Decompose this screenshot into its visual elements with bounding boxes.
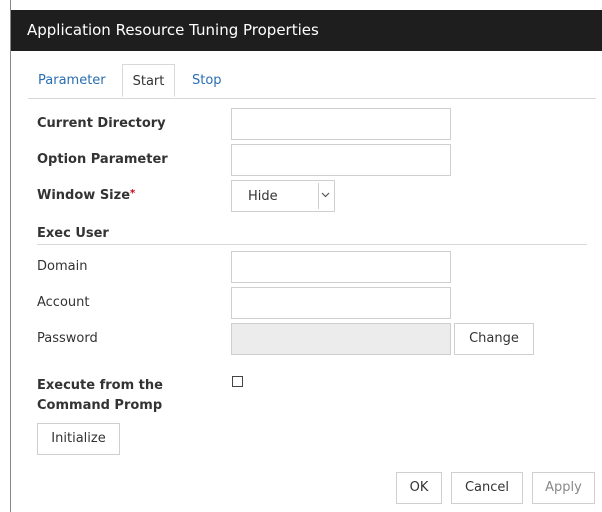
dialog-titlebar: Application Resource Tuning Properties: [11, 10, 602, 51]
execute-from-cmd-label-line1: Execute from the: [37, 378, 163, 393]
cancel-button[interactable]: Cancel: [451, 472, 523, 504]
tab-stop[interactable]: Stop: [192, 64, 222, 97]
account-label: Account: [37, 295, 90, 310]
option-parameter-input[interactable]: [231, 144, 451, 176]
password-input: [231, 323, 451, 355]
execute-from-cmd-label-line2: Command Promp: [37, 398, 163, 413]
required-mark: *: [130, 188, 136, 199]
window-size-value: Hide: [248, 189, 278, 204]
tab-bar: Parameter Start Stop: [28, 64, 596, 99]
dialog-title: Application Resource Tuning Properties: [27, 21, 319, 39]
initialize-button[interactable]: Initialize: [37, 423, 120, 455]
ok-button[interactable]: OK: [396, 472, 442, 504]
domain-label: Domain: [37, 259, 88, 274]
execute-from-cmd-checkbox[interactable]: [232, 376, 243, 387]
current-directory-input[interactable]: [231, 108, 451, 140]
current-directory-label: Current Directory: [37, 116, 166, 131]
apply-button[interactable]: Apply: [532, 472, 595, 504]
account-input[interactable]: [231, 287, 451, 319]
exec-user-section-label: Exec User: [37, 226, 109, 241]
execute-from-cmd-label: Execute from the Command Promp: [37, 376, 163, 416]
tab-start[interactable]: Start: [122, 64, 175, 97]
exec-user-section-header: Exec User: [37, 226, 587, 245]
properties-dialog: Application Resource Tuning Properties P…: [10, 0, 602, 512]
option-parameter-label: Option Parameter: [37, 152, 168, 167]
window-size-label-text: Window Size: [37, 188, 131, 203]
chevron-down-icon: [318, 183, 332, 209]
password-label: Password: [37, 331, 98, 346]
domain-input[interactable]: [231, 251, 451, 283]
change-password-button[interactable]: Change: [454, 323, 534, 355]
window-size-label: Window Size*: [37, 188, 135, 203]
tab-parameter[interactable]: Parameter: [38, 64, 106, 97]
window-size-select[interactable]: Hide: [231, 180, 335, 212]
